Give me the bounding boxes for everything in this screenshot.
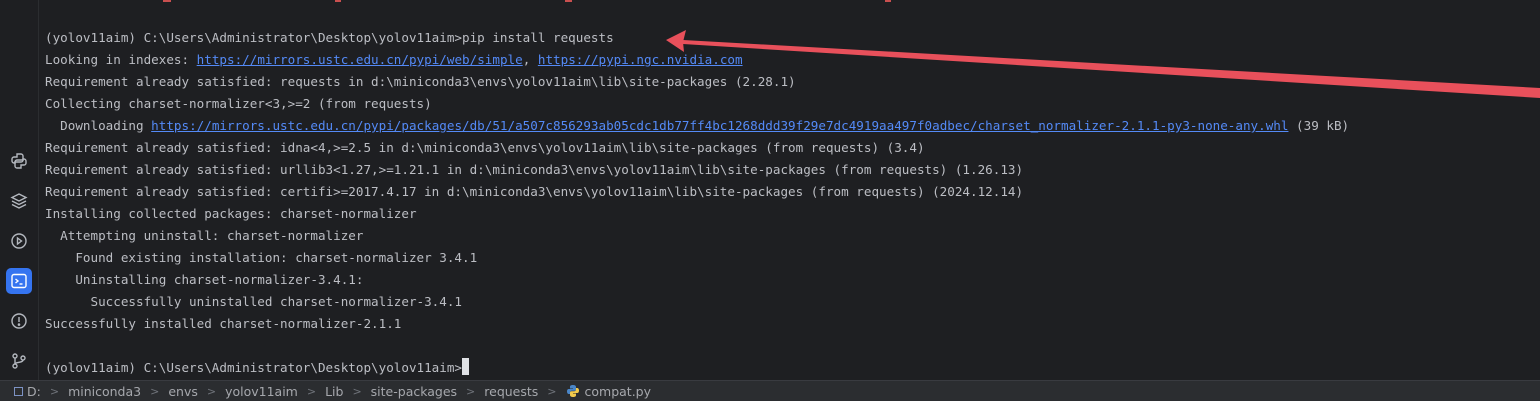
output-text: , [522, 52, 538, 67]
chevron-right-icon: > [306, 384, 317, 398]
breadcrumb-label: compat.py [584, 383, 652, 399]
drive-icon [14, 386, 23, 396]
command-line: (yolov11aim) C:\Users\Administrator\Desk… [45, 27, 614, 49]
breadcrumb: D: > miniconda3 > envs > yolov11aim > Li… [0, 380, 1540, 401]
breadcrumb-item-requests[interactable]: requests [484, 384, 538, 399]
problems-icon[interactable] [6, 308, 32, 334]
version-control-icon[interactable] [6, 348, 32, 374]
output-line: Requirement already satisfied: certifi>=… [45, 184, 1024, 199]
terminal-icon[interactable] [6, 268, 32, 294]
python-packages-icon[interactable] [6, 188, 32, 214]
chevron-right-icon: > [352, 384, 362, 398]
looking-in-indexes-line: Looking in indexes: https://mirrors.ustc… [45, 49, 743, 71]
current-prompt-line[interactable]: (yolov11aim) C:\Users\Administrator\Desk… [45, 357, 470, 379]
chevron-right-icon: > [206, 384, 217, 398]
terminal-output[interactable]: (yolov11aim) C:\Users\Administrator\Desk… [45, 0, 1540, 380]
download-link[interactable]: https://mirrors.ustc.edu.cn/pypi/package… [151, 118, 1288, 133]
output-line: Attempting uninstall: charset-normalizer [45, 228, 364, 243]
output-line: Uninstalling charset-normalizer-3.4.1: [45, 272, 364, 287]
python-file-icon [566, 385, 579, 397]
output-line: Requirement already satisfied: urllib3<1… [45, 162, 1024, 177]
output-line: Successfully installed charset-normalize… [45, 316, 402, 331]
breadcrumb-item-miniconda3[interactable]: miniconda3 [68, 384, 141, 399]
breadcrumb-item-drive[interactable]: D: [14, 384, 41, 399]
output-line: Installing collected packages: charset-n… [45, 206, 417, 221]
output-line: Collecting charset-normalizer<3,>=2 (fro… [45, 96, 432, 111]
services-icon[interactable] [6, 228, 32, 254]
downloading-line: Downloading https://mirrors.ustc.edu.cn/… [45, 115, 1349, 137]
breadcrumb-item-envs[interactable]: envs [168, 384, 198, 399]
output-text: (39 kB) [1288, 118, 1350, 133]
chevron-right-icon: > [49, 384, 60, 398]
breadcrumb-item-site-packages[interactable]: site-packages [371, 384, 457, 399]
output-text: Downloading [45, 118, 152, 133]
breadcrumb-item-yolov11aim[interactable]: yolov11aim [225, 384, 298, 399]
index-link-ustc[interactable]: https://mirrors.ustc.edu.cn/pypi/web/sim… [197, 52, 523, 67]
command-text: pip install requests [462, 30, 614, 45]
chevron-right-icon: > [150, 384, 160, 398]
index-link-nvidia[interactable]: https://pypi.ngc.nvidia.com [538, 52, 743, 67]
text-cursor [462, 358, 470, 375]
breadcrumb-item-lib[interactable]: Lib [325, 384, 343, 399]
chevron-right-icon: > [547, 384, 557, 398]
output-line: Successfully uninstalled charset-normali… [45, 294, 463, 309]
tool-window-sidebar [0, 0, 39, 380]
chevron-right-icon: > [466, 384, 476, 398]
breadcrumb-label: D: [27, 383, 41, 399]
output-line: Requirement already satisfied: requests … [45, 74, 796, 89]
breadcrumb-item-compat-py[interactable]: compat.py [566, 383, 652, 399]
python-console-icon[interactable] [6, 148, 32, 174]
output-line: Requirement already satisfied: idna<4,>=… [45, 140, 925, 155]
output-line: Found existing installation: charset-nor… [45, 250, 478, 265]
prompt: (yolov11aim) C:\Users\Administrator\Desk… [45, 360, 463, 375]
output-text: Looking in indexes: [45, 52, 197, 67]
prompt: (yolov11aim) C:\Users\Administrator\Desk… [45, 30, 463, 45]
